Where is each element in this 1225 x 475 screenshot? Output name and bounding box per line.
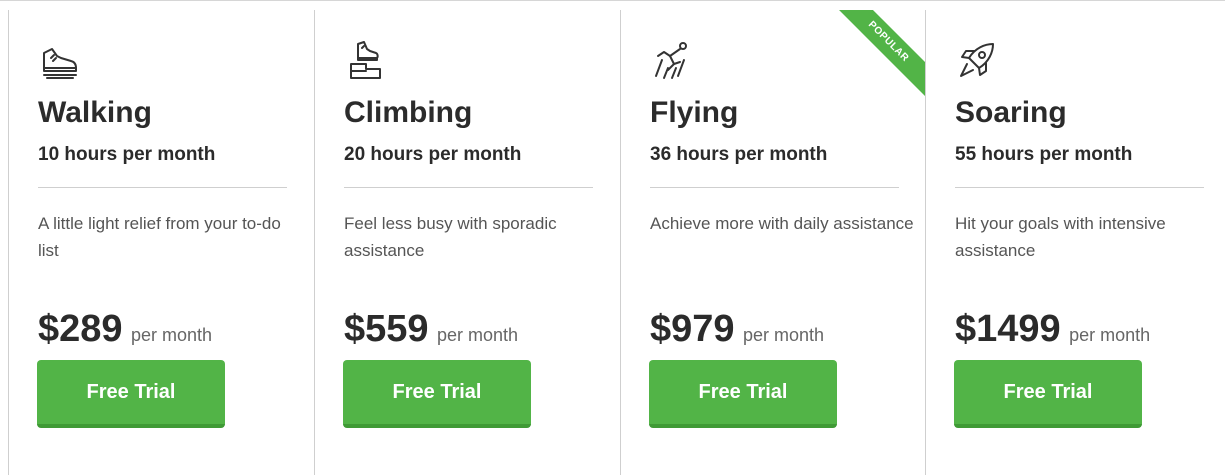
plan-hours: 10 hours per month (38, 144, 216, 165)
plan-name: Flying (650, 96, 739, 129)
popular-ribbon: POPULAR (826, 10, 925, 104)
plan-description: Hit your goals with intensive assistance (955, 214, 1166, 260)
plan-card-flying: POPULAR Flying 36 hours per month Achiev… (620, 10, 925, 475)
plan-price-row: $1499 per month (955, 308, 1150, 351)
free-trial-button-climbing[interactable]: Free Trial (343, 360, 531, 428)
shoe-icon (38, 38, 82, 82)
plan-divider (650, 187, 899, 188)
free-trial-button-soaring[interactable]: Free Trial (954, 360, 1142, 428)
plan-name: Walking (38, 96, 152, 129)
plan-price: $979 (650, 308, 735, 350)
plan-description: A little light relief from your to-do li… (38, 214, 281, 260)
plan-name: Climbing (344, 96, 473, 129)
plan-period: per month (743, 325, 825, 345)
plan-name: Soaring (955, 96, 1067, 129)
rocket-icon (955, 38, 999, 82)
climbing-step-icon (344, 38, 388, 82)
plan-period: per month (131, 325, 213, 345)
free-trial-button-flying[interactable]: Free Trial (649, 360, 837, 428)
plan-description: Achieve more with daily assistance (650, 214, 914, 233)
plan-description: Feel less busy with sporadic assistance (344, 214, 557, 260)
plan-hours: 36 hours per month (650, 144, 828, 165)
plan-card-soaring: Soaring 55 hours per month Hit your goal… (925, 10, 1225, 475)
plan-divider (38, 187, 287, 188)
plan-period: per month (437, 325, 519, 345)
flying-hero-icon (650, 38, 694, 82)
free-trial-button-walking[interactable]: Free Trial (37, 360, 225, 428)
plan-price-row: $289 per month (38, 308, 212, 351)
plan-price: $289 (38, 308, 123, 350)
plan-hours: 20 hours per month (344, 144, 522, 165)
plan-price: $559 (344, 308, 429, 350)
plan-hours: 55 hours per month (955, 144, 1133, 165)
plan-price-row: $559 per month (344, 308, 518, 351)
pricing-table: Walking 10 hours per month A little ligh… (0, 0, 1225, 475)
plan-card-walking: Walking 10 hours per month A little ligh… (8, 10, 314, 475)
plan-divider (344, 187, 593, 188)
plan-period: per month (1069, 325, 1151, 345)
plan-divider (955, 187, 1204, 188)
plan-price-row: $979 per month (650, 308, 824, 351)
plan-card-climbing: Climbing 20 hours per month Feel less bu… (314, 10, 620, 475)
plan-price: $1499 (955, 308, 1061, 350)
